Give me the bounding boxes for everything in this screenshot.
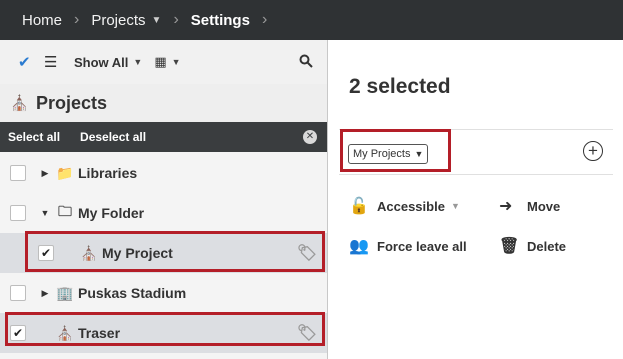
list-item[interactable]: ▶ 🏢 Puskas Stadium bbox=[0, 273, 327, 313]
checkbox[interactable] bbox=[10, 285, 26, 301]
folder-icon: 🗀 bbox=[58, 203, 72, 219]
selected-count: 2 selected bbox=[349, 75, 451, 98]
tag-icon[interactable]: 🏷 bbox=[297, 323, 317, 343]
chevron-down-icon[interactable]: ▼ bbox=[172, 57, 181, 67]
search-icon[interactable] bbox=[299, 54, 313, 71]
selection-bar: Select all Deselect all ✕ bbox=[0, 122, 327, 152]
checkbox[interactable]: ✔ bbox=[10, 325, 26, 341]
projects-icon: ⛪ bbox=[10, 95, 29, 112]
chevron-right-icon[interactable]: ▶ bbox=[38, 168, 52, 179]
calendar-icon[interactable]: ▦ bbox=[154, 54, 166, 70]
checkbox[interactable]: ✔ bbox=[38, 245, 54, 261]
projects-toolbar: ✔ ☰ Show All ▼ ▦ ▼ bbox=[0, 40, 327, 84]
chevron-down-icon[interactable]: ▼ bbox=[152, 15, 162, 26]
force-leave-all-label: Force leave all bbox=[377, 238, 467, 254]
accessible-button[interactable]: 🔓 Accessible ▼ bbox=[349, 196, 460, 216]
building-icon: 🏢 bbox=[56, 284, 74, 301]
chevron-down-icon[interactable]: ▼ bbox=[38, 208, 52, 218]
list-item[interactable]: ▼ 🗀 My Folder bbox=[0, 193, 327, 233]
arrow-right-icon: ➜ bbox=[499, 198, 513, 215]
details-panel: 2 selected My Projects ▼ + 🔓 Accessible … bbox=[329, 40, 623, 359]
list-item-label: Traser bbox=[78, 325, 121, 341]
select-all-button[interactable]: Select all bbox=[8, 130, 60, 144]
breadcrumb-home[interactable]: Home bbox=[22, 12, 62, 29]
move-button[interactable]: ➜ Move bbox=[499, 196, 560, 216]
checkbox[interactable] bbox=[10, 165, 26, 181]
chevron-right-icon: › bbox=[173, 11, 179, 28]
move-label: Move bbox=[527, 198, 561, 214]
list-item[interactable]: ✔ ⛪ My Project 🏷 bbox=[0, 233, 327, 273]
project-filter-value: My Projects bbox=[353, 148, 411, 160]
delete-button[interactable]: 🗑 Delete bbox=[499, 236, 566, 256]
chevron-down-icon[interactable]: ▼ bbox=[133, 57, 142, 67]
list-item-label: My Folder bbox=[78, 205, 145, 221]
users-icon: 👥 bbox=[349, 238, 369, 255]
close-icon[interactable]: ✕ bbox=[303, 130, 317, 144]
list-item-label: My Project bbox=[102, 245, 173, 261]
chevron-right-icon: › bbox=[74, 11, 80, 28]
project-filter-select[interactable]: My Projects ▼ bbox=[348, 144, 429, 164]
accessible-label: Accessible bbox=[377, 198, 445, 214]
divider bbox=[339, 174, 613, 175]
checkbox[interactable] bbox=[10, 205, 26, 221]
list-item[interactable]: ✔ ⛪ Traser 🏷 bbox=[0, 313, 327, 353]
show-all-filter[interactable]: Show All bbox=[74, 55, 128, 70]
deselect-all-button[interactable]: Deselect all bbox=[80, 130, 146, 144]
chevron-right-icon[interactable]: ▶ bbox=[38, 288, 52, 299]
chevron-down-icon: ▼ bbox=[450, 201, 460, 211]
divider bbox=[339, 129, 613, 130]
checkmark-icon[interactable]: ✔ bbox=[18, 53, 44, 71]
breadcrumb-settings[interactable]: Settings bbox=[191, 12, 250, 29]
projects-header: ⛪ Projects bbox=[0, 84, 327, 122]
force-leave-all-button[interactable]: 👥 Force leave all bbox=[349, 236, 467, 256]
list-item[interactable]: ▶ 📁 Libraries bbox=[0, 153, 327, 193]
list-item-label: Puskas Stadium bbox=[78, 285, 187, 301]
unlock-icon: 🔓 bbox=[349, 198, 369, 215]
project-icon: ⛪ bbox=[56, 324, 74, 341]
breadcrumb: Home › Projects ▼ › Settings › bbox=[0, 0, 623, 40]
folder-library-icon: 📁 bbox=[56, 164, 74, 181]
delete-label: Delete bbox=[527, 238, 567, 254]
breadcrumb-projects[interactable]: Projects bbox=[91, 12, 145, 29]
project-icon: ⛪ bbox=[80, 244, 98, 261]
tag-icon[interactable]: 🏷 bbox=[297, 243, 317, 263]
add-button[interactable]: + bbox=[583, 141, 603, 161]
list-item-label: Libraries bbox=[78, 165, 138, 181]
trash-icon: 🗑 bbox=[499, 238, 520, 255]
list-icon[interactable]: ☰ bbox=[44, 53, 62, 71]
chevron-down-icon: ▼ bbox=[414, 149, 424, 159]
chevron-right-icon: › bbox=[261, 11, 268, 28]
page-title: Projects bbox=[36, 92, 108, 113]
